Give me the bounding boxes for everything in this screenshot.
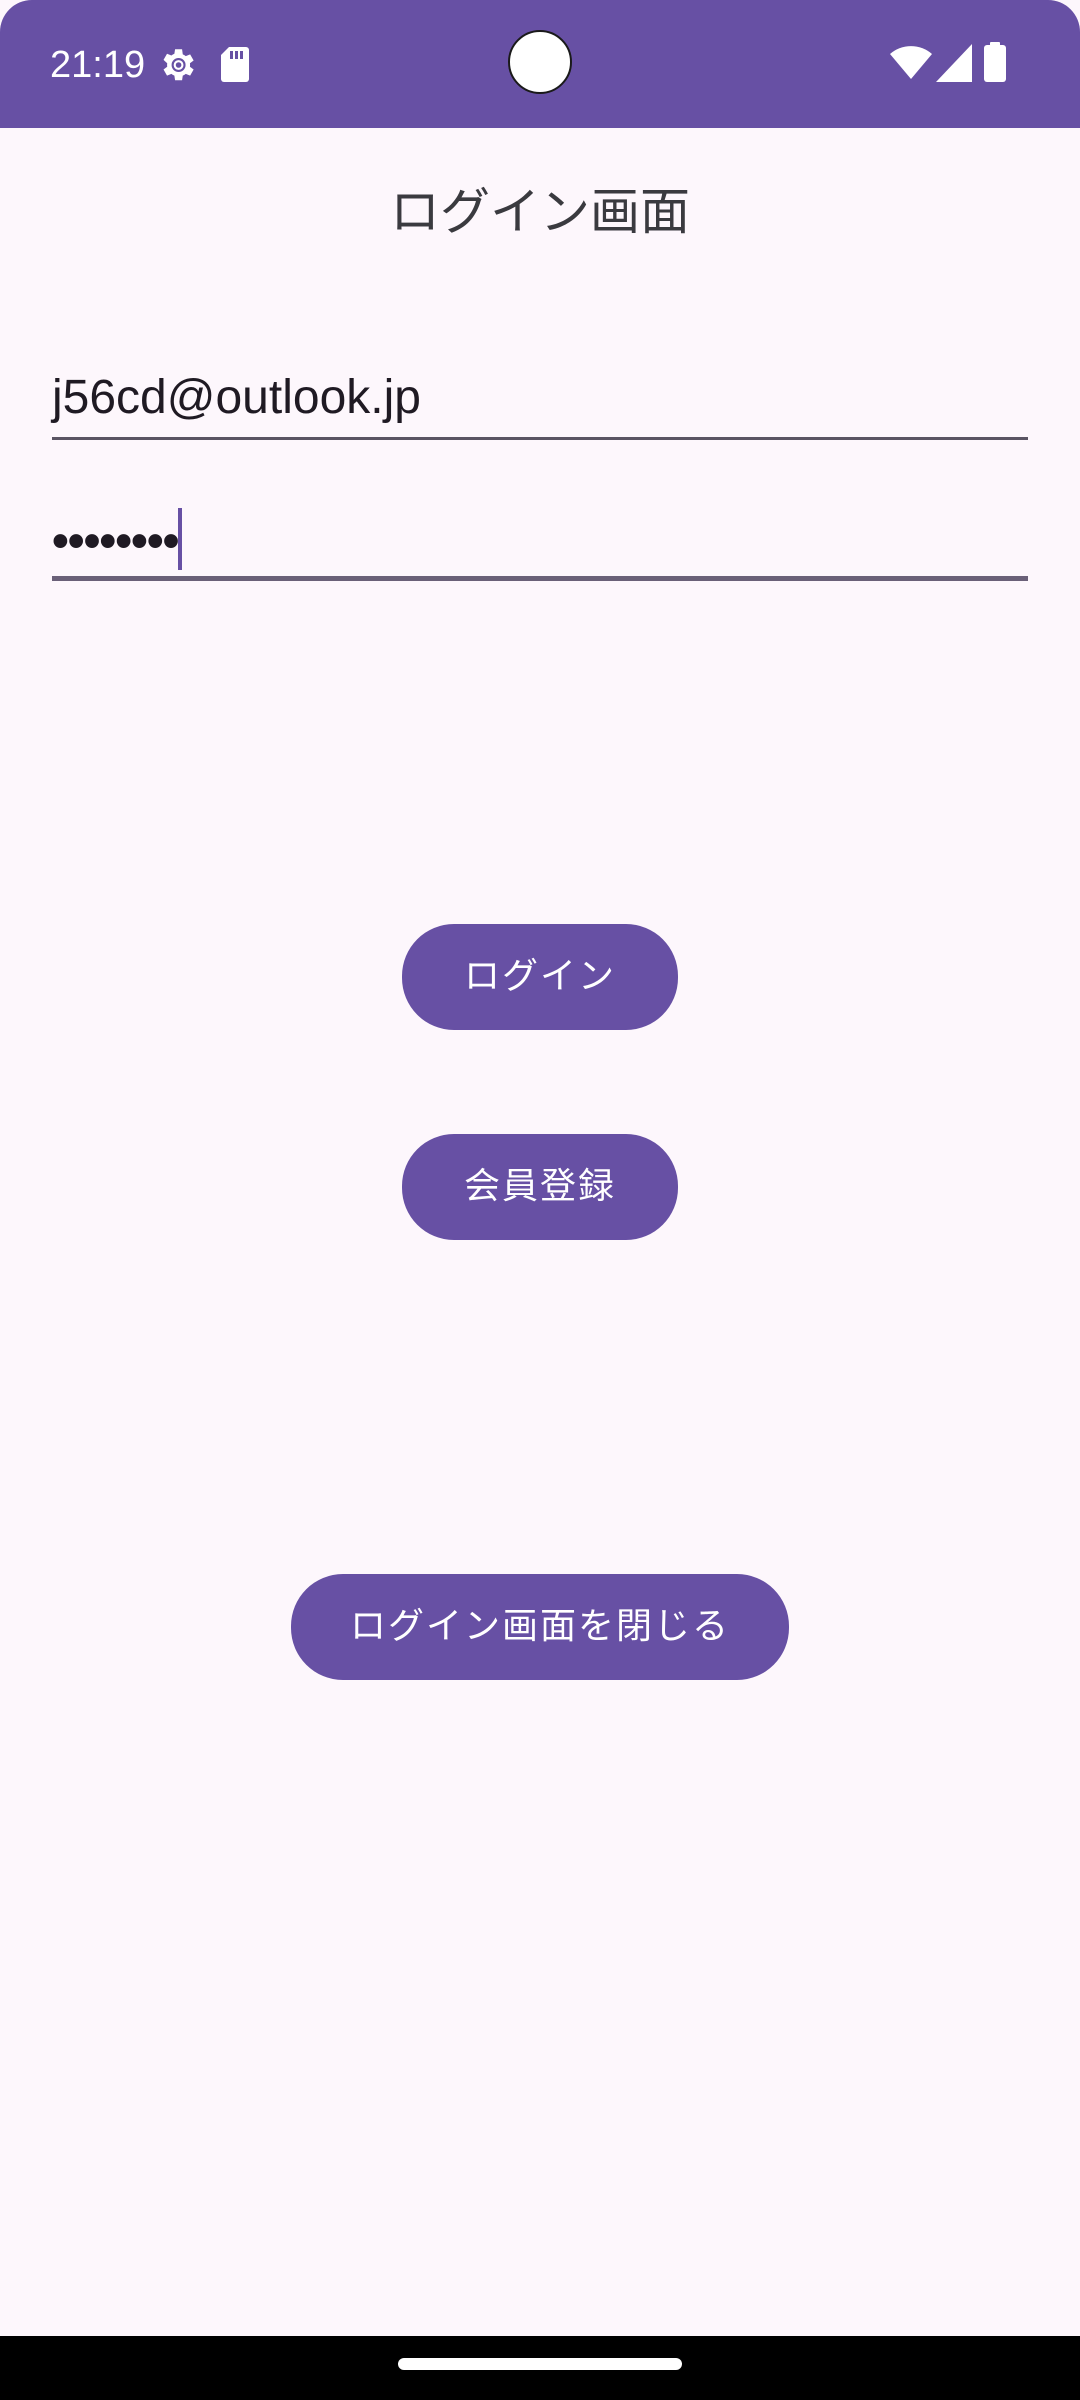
password-field[interactable]: ••••••••	[52, 500, 1028, 581]
sd-card-icon	[220, 46, 250, 82]
front-camera-cutout	[508, 30, 572, 94]
text-cursor	[178, 508, 182, 570]
status-bar: 21:19	[0, 0, 1080, 128]
status-time: 21:19	[50, 44, 146, 86]
email-value: j56cd@outlook.jp	[52, 371, 421, 424]
password-value: ••••••••	[52, 515, 179, 568]
page-title: ログイン画面	[390, 183, 690, 241]
register-button[interactable]: 会員登録	[402, 1134, 678, 1240]
settings-gear-icon	[156, 44, 198, 86]
cellular-signal-icon	[936, 44, 972, 82]
login-screen: 21:19 ログイン画面 j56cd@outlook.jp •••••••• ロ…	[0, 0, 1080, 2400]
login-button[interactable]: ログイン	[402, 924, 678, 1030]
email-field[interactable]: j56cd@outlook.jp	[52, 364, 1028, 440]
home-gesture-handle[interactable]	[398, 2358, 682, 2370]
wifi-icon	[890, 46, 932, 80]
battery-icon	[984, 42, 1006, 82]
close-login-screen-button[interactable]: ログイン画面を閉じる	[291, 1574, 789, 1680]
